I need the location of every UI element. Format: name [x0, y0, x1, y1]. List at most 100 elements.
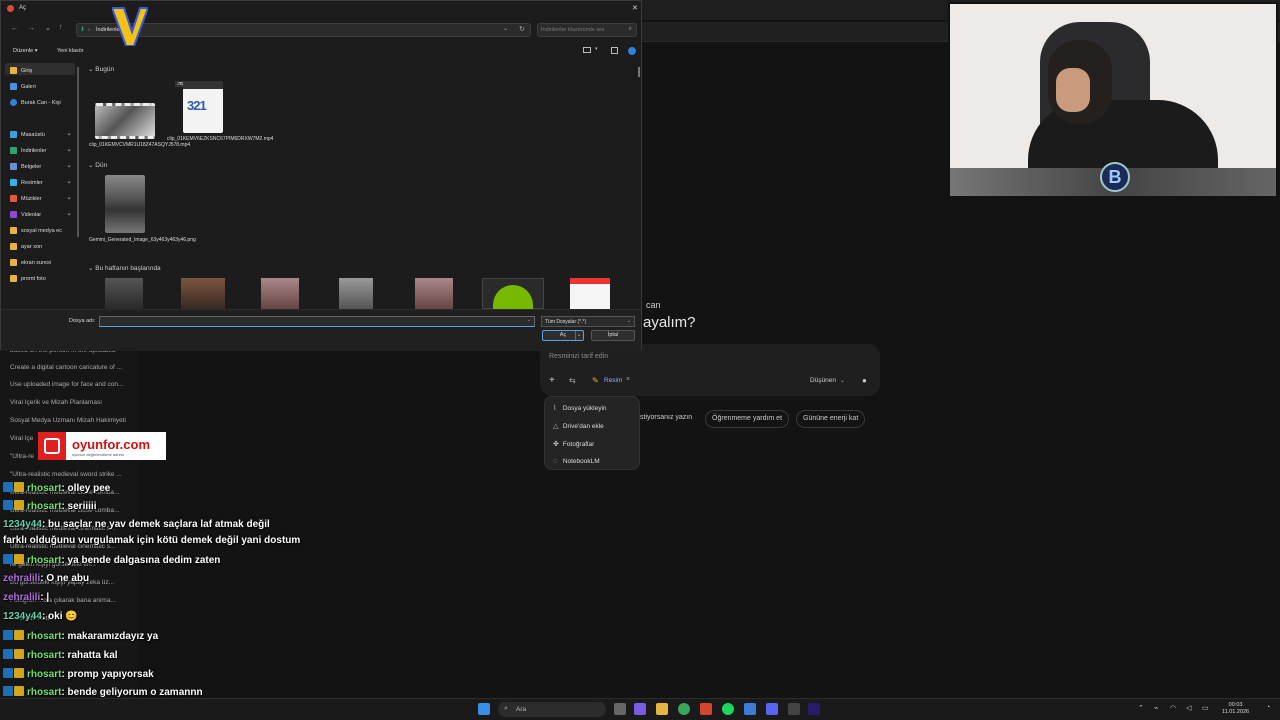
crown-badge-icon [14, 482, 24, 492]
menu-item-notebooklm[interactable]: ◌ NotebookLM [553, 458, 600, 465]
conversation-item[interactable]: Viral İçerik ve Mizah Planlaması [10, 399, 130, 406]
model-selector[interactable]: Düşünen [810, 377, 836, 384]
nav-item-home[interactable]: Giriş [10, 67, 32, 74]
nav-item-folder[interactable]: promt foto [10, 275, 46, 282]
greeting-heading: ayalım? [643, 314, 696, 331]
new-folder-button[interactable]: Yeni klasör [57, 48, 84, 54]
help-icon[interactable] [628, 47, 636, 55]
chat-text: : rahatta kal [61, 650, 118, 661]
file-thumbnail[interactable] [415, 278, 453, 309]
filetype-select[interactable]: Tüm Dosyalar (*.*) ⌄ [541, 316, 635, 327]
battery-icon[interactable]: ▭ [1202, 704, 1209, 712]
discord-icon[interactable] [766, 703, 778, 715]
open-button[interactable]: Aç ⌄ [542, 330, 584, 341]
chrome-icon[interactable] [678, 703, 690, 715]
nav-item-music[interactable]: Müzikler ✦ [10, 195, 71, 202]
chat-message: rhosart: makaramızdayız ya [3, 630, 158, 642]
filename-input[interactable]: ⌄ [99, 316, 535, 327]
chat-username: 1234y44 [3, 519, 42, 530]
group-header-today[interactable]: ⌄ Bugün [88, 65, 114, 73]
scrollbar[interactable] [638, 67, 640, 77]
nav-item-gallery[interactable]: Galeri [10, 83, 36, 90]
chevron-down-icon[interactable]: ⌄ [527, 317, 531, 323]
file-item[interactable]: clip_01KEMVCVMR1U18Z47ASQYJ578.mp4 [89, 103, 190, 148]
spotify-icon[interactable] [722, 703, 734, 715]
conversation-item[interactable]: Create a digital cartoon caricature of .… [10, 364, 130, 371]
upload-menu: ⌇ Dosya yükleyin △ Drive'dan ekle ✤ Foto… [544, 396, 640, 470]
search-icon[interactable]: ⌕ [629, 26, 632, 33]
chevron-down-icon[interactable]: ⌄ [627, 318, 631, 324]
forward-icon[interactable]: → [28, 25, 35, 32]
file-item[interactable]: Gemini_Generated_Image_63y463y463y46.png [89, 175, 196, 243]
suggestion-chip[interactable]: Öğrenmeme yardım et [705, 410, 790, 428]
file-thumbnail[interactable] [105, 278, 143, 309]
search-input[interactable]: İndirilenler klasöründe ara ⌕ [537, 23, 637, 37]
taskbar-search[interactable]: ⌕ Ara [498, 702, 606, 717]
group-header-this-week[interactable]: ⌄ Bu haftanın başlarında [88, 264, 161, 272]
refresh-icon[interactable]: ↻ [519, 25, 525, 33]
chat-message: 1234y44: bu saçlar ne yav demek saçlara … [3, 519, 270, 530]
clock[interactable]: 00:03 11.01.2026 [1222, 702, 1249, 716]
menu-item-upload[interactable]: ⌇ Dosya yükleyin [553, 404, 607, 412]
menu-item-photos[interactable]: ✤ Fotoğraflar [553, 440, 594, 448]
app-icon[interactable] [744, 703, 756, 715]
wifi-icon[interactable]: ◠ [1170, 704, 1176, 712]
close-icon[interactable]: ✕ [632, 4, 638, 12]
nav-item-videos[interactable]: Videolar ✦ [10, 211, 71, 218]
view-icon[interactable] [583, 47, 591, 53]
conversation-item[interactable]: Sosyal Medya Uzmanı Mizah Hakimiyeti [10, 417, 130, 424]
task-view-icon[interactable] [614, 703, 626, 715]
notification-icon[interactable]: ◔ [1266, 704, 1270, 711]
app-icon[interactable] [788, 703, 800, 715]
back-icon[interactable]: ← [11, 25, 18, 32]
image-chip[interactable]: Resim [604, 377, 622, 384]
chevron-down-icon[interactable]: ⌄ [503, 25, 508, 32]
nav-item-folder[interactable]: sosyal medya ec [10, 227, 62, 234]
nav-item-documents[interactable]: Belgeler ✦ [10, 163, 71, 170]
nav-item-folder[interactable]: ayar son [10, 243, 42, 250]
preview-pane-icon[interactable] [611, 47, 618, 54]
suggestion-chip[interactable]: Gününe enerji kat [796, 410, 866, 428]
file-thumbnail[interactable] [181, 278, 225, 309]
scrollbar[interactable] [77, 67, 79, 237]
prompt-placeholder[interactable]: Resminizi tarif edin [549, 353, 608, 360]
nav-item-folder[interactable]: ekran suresi [10, 259, 51, 266]
crown-badge-icon [14, 630, 24, 640]
app-icon[interactable] [700, 703, 712, 715]
file-thumbnail[interactable] [482, 278, 544, 309]
menu-item-drive[interactable]: △ Drive'dan ekle [553, 422, 604, 430]
premiere-icon[interactable] [808, 703, 820, 715]
start-icon[interactable] [478, 703, 490, 715]
add-icon[interactable]: + [549, 375, 555, 386]
pdf-icon[interactable] [570, 278, 610, 309]
nav-item-pictures[interactable]: Resimler ✦ [10, 179, 71, 186]
file-thumbnail[interactable] [339, 278, 373, 309]
chevron-down-icon[interactable]: ⌄ [575, 331, 582, 340]
file-explorer-icon[interactable] [656, 703, 668, 715]
suggestion-chip[interactable]: stiyorsanız yazın [634, 410, 698, 428]
volume-icon[interactable]: ◁ [1186, 704, 1191, 712]
tools-icon[interactable]: ⇆ [569, 376, 576, 385]
cancel-button[interactable]: İptal [591, 330, 635, 341]
microphone-icon[interactable]: ● [862, 376, 867, 385]
organize-button[interactable]: Düzenle ▾ [13, 48, 37, 54]
chevron-down-icon[interactable]: ⌄ [840, 377, 845, 384]
file-thumbnail[interactable] [261, 278, 299, 309]
nav-item-downloads[interactable]: İndirilenler ✦ [10, 147, 71, 154]
conversation-item[interactable]: Use uploaded image for face and con... [10, 381, 130, 388]
group-header-yesterday[interactable]: ⌄ Dün [88, 161, 107, 169]
conversation-item[interactable]: "Ultra-realistic medieval sword strike .… [10, 471, 130, 478]
tray-chevron-icon[interactable]: ⌃ [1138, 704, 1144, 712]
chevron-down-icon[interactable]: ▾ [595, 46, 598, 52]
pin-icon: ✦ [67, 148, 72, 154]
up-icon[interactable]: ↑ [59, 24, 63, 31]
copilot-icon[interactable] [634, 703, 646, 715]
prompt-box[interactable]: Resminizi tarif edin + ⇆ ✎ Resim × Düşün… [540, 344, 880, 396]
file-item[interactable]: .mp4 321 clip_01KEMV6EZKSNC67PIM6DRXW7M2… [167, 81, 273, 142]
crown-badge-icon [14, 668, 24, 678]
network-icon[interactable]: ⌁ [1154, 704, 1158, 712]
chevron-down-icon[interactable]: ⌄ [45, 24, 51, 32]
close-icon[interactable]: × [626, 376, 630, 383]
nav-item-onedrive[interactable]: Burak Can - Kişi [10, 99, 61, 106]
nav-item-desktop[interactable]: Masaüstü ✦ [10, 131, 71, 138]
